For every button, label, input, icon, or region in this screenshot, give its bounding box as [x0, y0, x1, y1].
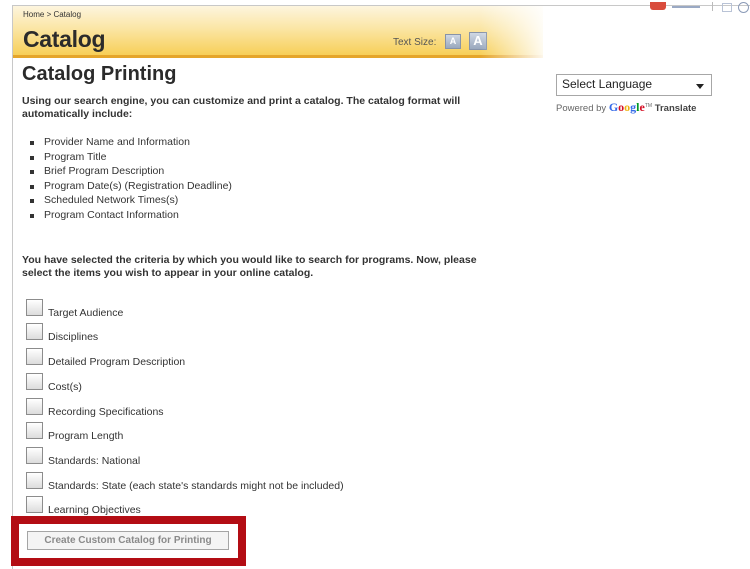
program-length-checkbox[interactable]: [26, 422, 43, 439]
list-item: Program Title: [30, 150, 232, 165]
option-costs[interactable]: Cost(s): [26, 373, 426, 393]
intro-text: Using our search engine, you can customi…: [22, 95, 461, 120]
option-recording-specifications[interactable]: Recording Specifications: [26, 398, 426, 418]
option-target-audience[interactable]: Target Audience: [26, 299, 426, 319]
language-select[interactable]: Select Language: [556, 74, 712, 96]
option-label: Standards: State (each state's standards…: [48, 480, 344, 492]
standards-national-checkbox[interactable]: [26, 447, 43, 464]
option-program-length[interactable]: Program Length: [26, 422, 426, 442]
create-catalog-button[interactable]: Create Custom Catalog for Printing: [27, 531, 229, 550]
list-item: Provider Name and Information: [30, 135, 232, 150]
list-item-label: Provider Name and Information: [44, 136, 190, 148]
toolbar-separator: [712, 2, 713, 11]
page-icon[interactable]: [722, 3, 732, 12]
list-item: Brief Program Description: [30, 164, 232, 179]
bullet-icon: [30, 213, 34, 218]
text-size-small-button[interactable]: A: [445, 34, 461, 49]
language-select-value: Select Language: [562, 77, 653, 91]
trademark: TM: [644, 102, 653, 109]
bullet-icon: [30, 199, 34, 203]
target-audience-checkbox[interactable]: [26, 299, 43, 316]
list-item: Program Contact Information: [30, 208, 232, 223]
powered-by-label: Powered by: [556, 103, 607, 114]
standards-state-checkbox[interactable]: [26, 472, 43, 489]
option-label: Cost(s): [48, 381, 82, 393]
option-learning-objectives[interactable]: Learning Objectives: [26, 496, 426, 516]
disciplines-checkbox[interactable]: [26, 323, 43, 340]
detailed-description-checkbox[interactable]: [26, 348, 43, 365]
recording-specifications-checkbox[interactable]: [26, 398, 43, 415]
breadcrumb[interactable]: Home > Catalog: [23, 10, 81, 19]
list-item-label: Program Contact Information: [44, 208, 179, 221]
list-item: Program Date(s) (Registration Deadline): [30, 179, 232, 194]
costs-checkbox[interactable]: [26, 373, 43, 390]
feed-icon[interactable]: [650, 2, 666, 10]
option-label: Standards: National: [48, 455, 141, 467]
list-item-label: Program Date(s) (Registration Deadline): [44, 179, 232, 192]
list-item-label: Scheduled Network Times(s): [44, 194, 179, 206]
chevron-down-icon[interactable]: [696, 84, 704, 89]
option-label: Target Audience: [48, 307, 124, 319]
list-item: Scheduled Network Times(s): [30, 193, 232, 208]
option-label: Learning Objectives: [48, 504, 141, 516]
list-item-label: Program Title: [44, 150, 107, 163]
bullet-icon: [30, 170, 34, 174]
text-size-label: Text Size:: [393, 37, 437, 48]
browser-toolbar-icons: [650, 0, 750, 13]
option-label: Recording Specifications: [48, 406, 164, 418]
translate-link[interactable]: Translate: [655, 103, 697, 114]
option-label: Detailed Program Description: [48, 356, 186, 368]
catalog-format-list: Provider Name and Information Program Ti…: [30, 135, 232, 222]
google-logo: Google: [608, 100, 645, 114]
tools-icon[interactable]: [738, 2, 749, 13]
learning-objectives-checkbox[interactable]: [26, 496, 43, 513]
toolbar-line: [672, 6, 700, 8]
option-label: Disciplines: [48, 331, 99, 343]
bullet-icon: [30, 141, 34, 145]
option-standards-national[interactable]: Standards: National: [26, 447, 426, 467]
powered-by-google-translate[interactable]: Powered by GoogleTM Translate: [556, 100, 696, 115]
criteria-instructions: You have selected the criteria by which …: [22, 254, 477, 279]
option-standards-state[interactable]: Standards: State (each state's standards…: [26, 472, 426, 492]
content-title: Catalog Printing: [22, 63, 177, 85]
option-disciplines[interactable]: Disciplines: [26, 323, 426, 343]
header-fade: [480, 6, 550, 58]
bullet-icon: [30, 155, 34, 160]
bullet-icon: [30, 184, 34, 189]
option-detailed-description[interactable]: Detailed Program Description: [26, 348, 426, 368]
option-label: Program Length: [48, 430, 124, 442]
list-item-label: Brief Program Description: [44, 165, 165, 177]
catalog-header: Home > Catalog Catalog Text Size: A A: [13, 6, 543, 58]
page-heading: Catalog: [23, 26, 106, 52]
